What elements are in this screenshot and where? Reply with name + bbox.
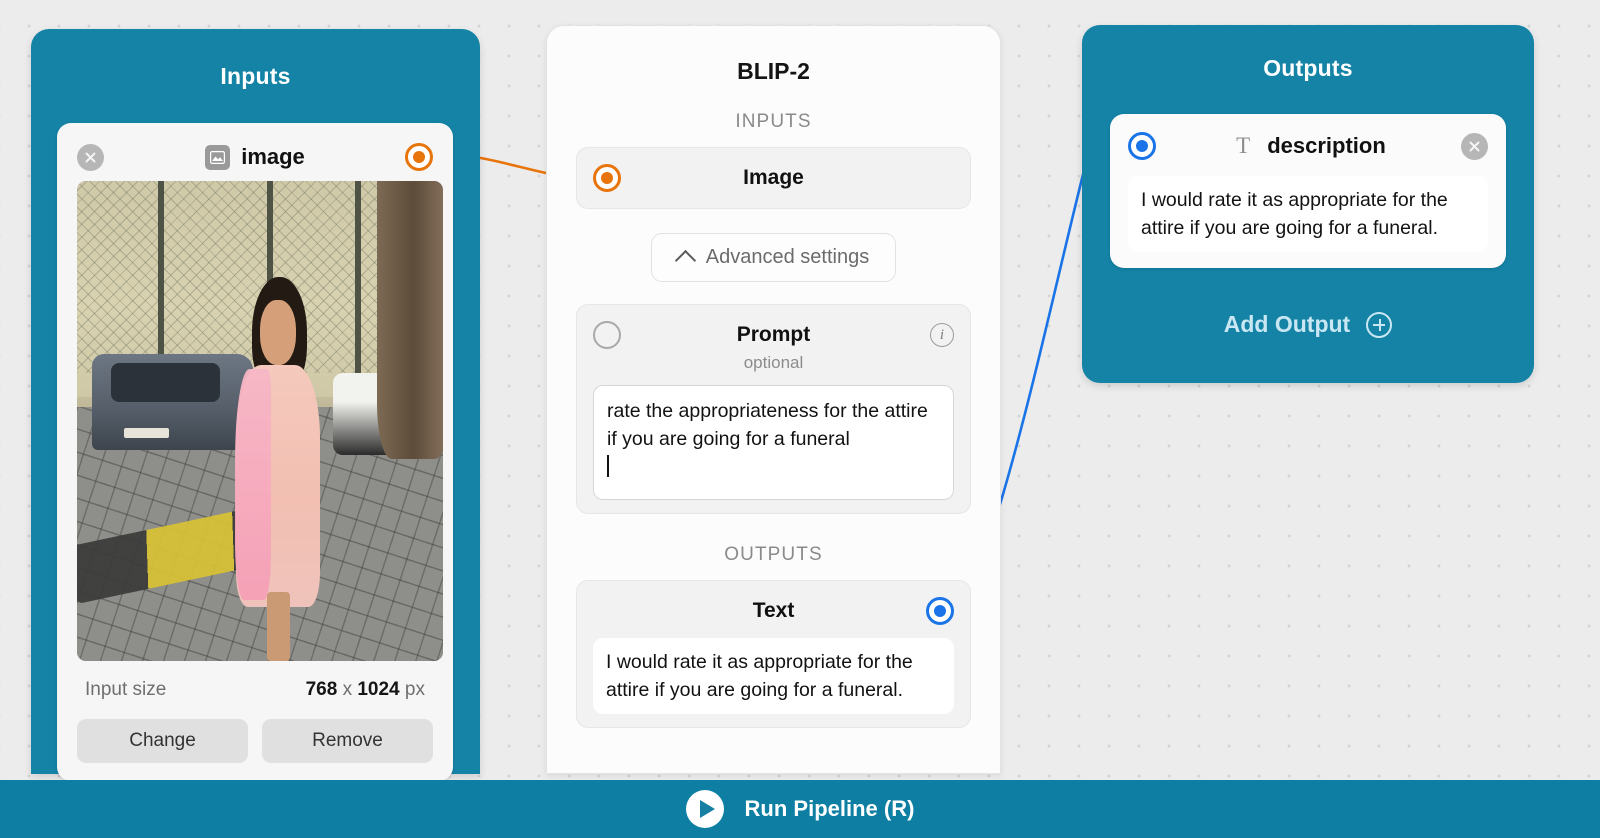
output-card-description[interactable]: T description I would rate it as appropr… — [1110, 114, 1506, 268]
input-size-label: Input size — [85, 679, 167, 700]
output-port-blue[interactable] — [926, 597, 954, 625]
outputs-panel-title: Outputs — [1263, 55, 1353, 81]
text-output-value: I would rate it as appropriate for the a… — [593, 638, 954, 714]
output-card-header: T description — [1128, 126, 1488, 166]
plus-circle-icon — [1366, 311, 1393, 338]
input-card-actions: Change Remove — [77, 719, 433, 763]
prompt-input-value: rate the appropriateness for the attire … — [607, 400, 928, 450]
model-input-slot-prompt[interactable]: Prompt i optional rate the appropriatene… — [576, 304, 971, 514]
input-size-width: 768 — [305, 679, 338, 700]
advanced-settings-label: Advanced settings — [705, 246, 870, 268]
chevron-up-icon — [674, 249, 696, 271]
input-card-image[interactable]: image Input size 768 x 1024 px Change Re… — [57, 123, 453, 781]
output-card-value: I would rate it as appropriate for the a… — [1128, 176, 1488, 252]
input-size-value: 768 x 1024 px — [306, 679, 425, 701]
model-output-slot-text[interactable]: Text I would rate it as appropriate for … — [576, 580, 971, 728]
output-port-orange[interactable] — [405, 143, 433, 171]
text-caret — [607, 455, 609, 477]
input-size-height: 1024 — [357, 679, 400, 700]
remove-button[interactable]: Remove — [262, 719, 433, 763]
run-pipeline-label: Run Pipeline (R) — [744, 796, 915, 821]
text-slot-header: Text — [593, 594, 954, 628]
input-port-orange[interactable] — [593, 164, 621, 192]
input-card-name: image — [241, 144, 305, 169]
text-slot-label: Text — [752, 599, 795, 622]
input-card-identity: image — [205, 144, 305, 170]
run-pipeline-bar[interactable]: Run Pipeline (R) — [0, 780, 1600, 838]
model-title: BLIP-2 — [737, 58, 810, 84]
input-size-row: Input size 768 x 1024 px — [77, 679, 433, 701]
inputs-panel: Inputs image Input size 768 x 1024 px Ch… — [31, 29, 480, 781]
input-card-header: image — [77, 137, 433, 177]
prompt-slot-sublabel: optional — [743, 353, 804, 372]
model-outputs-label: OUTPUTS — [724, 544, 823, 565]
output-card-name: description — [1267, 133, 1386, 158]
inputs-panel-title: Inputs — [220, 63, 291, 89]
model-input-slot-image[interactable]: Image — [576, 147, 971, 209]
input-size-unit: px — [404, 679, 425, 700]
model-inputs-label: INPUTS — [735, 111, 812, 132]
change-button[interactable]: Change — [77, 719, 248, 763]
output-card-identity: T description — [1230, 133, 1386, 159]
input-port-blue[interactable] — [1128, 132, 1156, 160]
input-port-empty[interactable] — [593, 321, 621, 349]
close-icon[interactable] — [77, 143, 104, 171]
add-output-label: Add Output — [1223, 311, 1351, 337]
outputs-panel: Outputs T description I would rate it as… — [1082, 25, 1534, 383]
input-size-separator: x — [342, 679, 353, 700]
add-output-button[interactable]: Add Output — [1082, 311, 1534, 338]
image-slot-header: Image — [593, 161, 954, 195]
image-slot-label: Image — [743, 166, 804, 189]
text-icon: T — [1236, 133, 1251, 158]
input-image-thumbnail[interactable] — [77, 181, 443, 661]
photo-content — [77, 181, 443, 661]
model-node-blip2: BLIP-2 INPUTS Image Advanced settings Pr… — [546, 25, 1001, 774]
prompt-input[interactable]: rate the appropriateness for the attire … — [593, 385, 954, 500]
pipeline-canvas: Inputs image Input size 768 x 1024 px Ch… — [0, 0, 1600, 838]
prompt-slot-header: Prompt i — [593, 318, 954, 352]
advanced-settings-button[interactable]: Advanced settings — [650, 233, 897, 282]
play-icon — [685, 790, 724, 828]
prompt-slot-label: Prompt — [736, 323, 811, 346]
info-icon[interactable]: i — [930, 323, 954, 347]
image-icon — [205, 144, 231, 170]
close-icon[interactable] — [1461, 132, 1488, 160]
